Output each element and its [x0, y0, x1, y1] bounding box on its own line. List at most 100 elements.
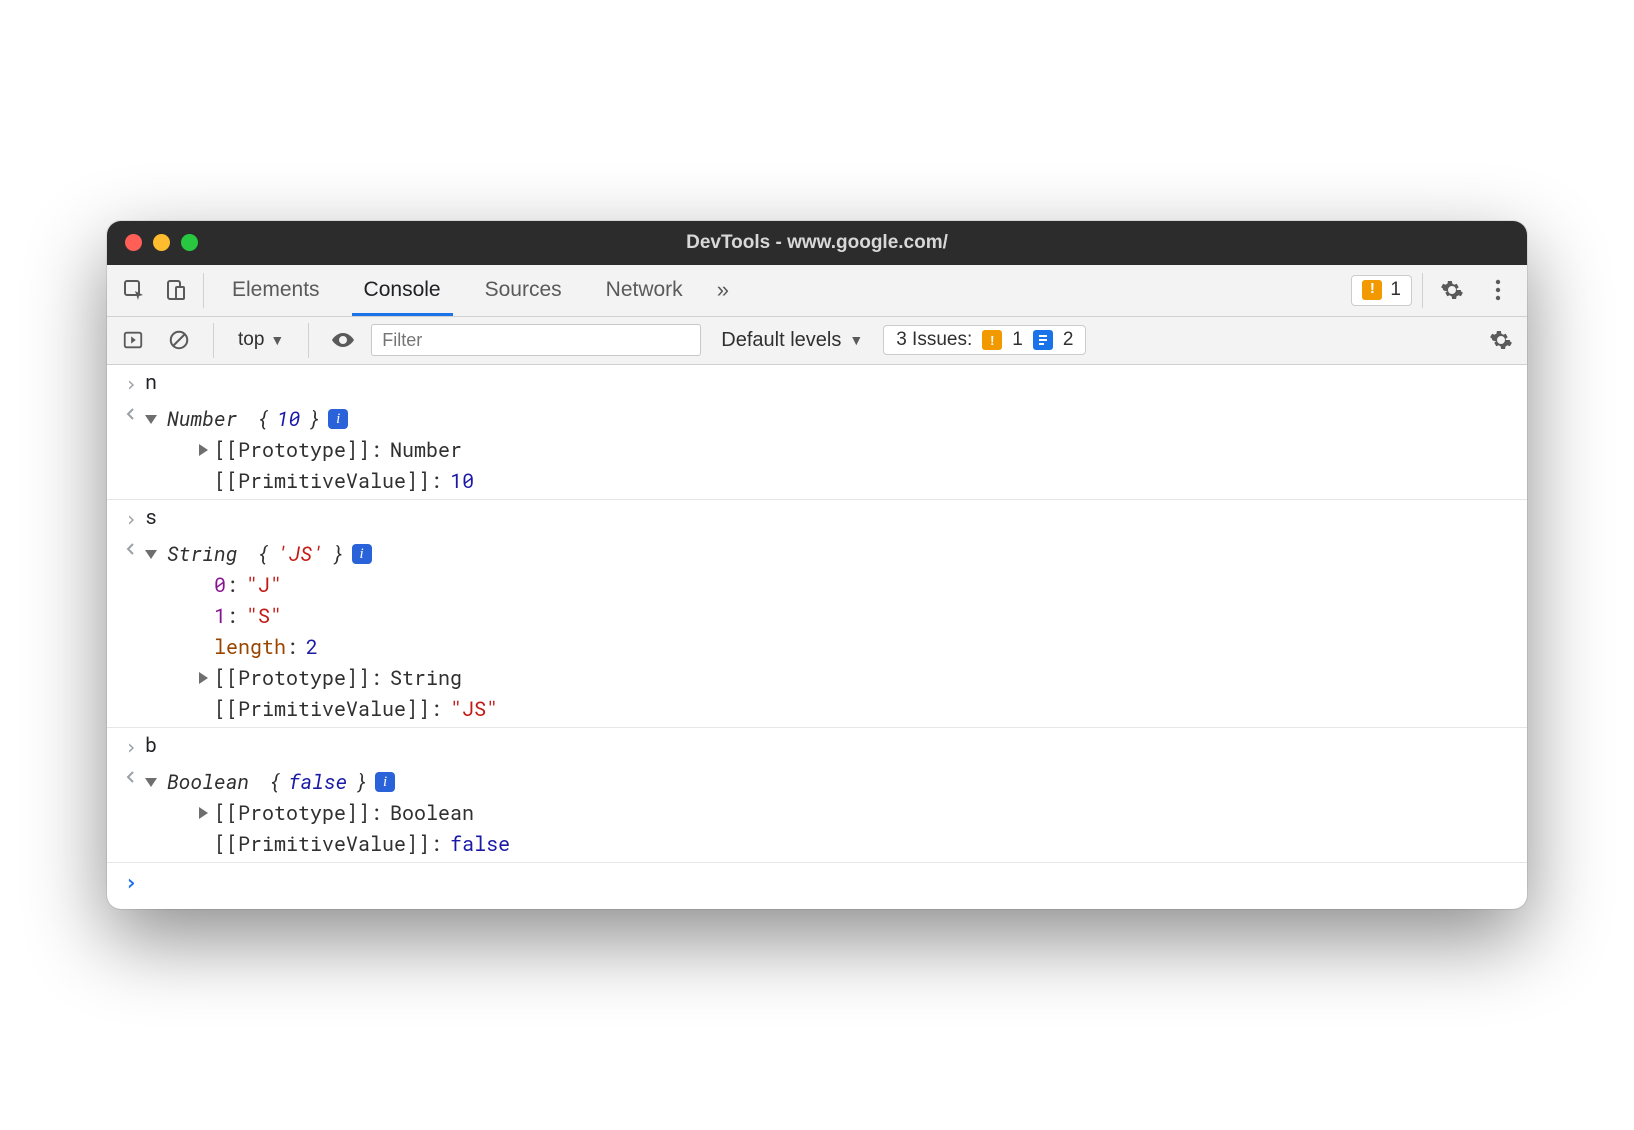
warning-icon: [1362, 280, 1382, 300]
brace: {: [257, 404, 269, 435]
output-marker-icon: [117, 404, 145, 497]
property-value: 10: [450, 466, 474, 497]
disclosure-triangle-icon[interactable]: [145, 550, 157, 559]
object-constructor: Boolean: [167, 767, 261, 798]
property-row: [[PrimitiveValue]] : "JS": [197, 694, 1517, 725]
warnings-badge[interactable]: 1: [1351, 275, 1412, 306]
property-value: "JS": [450, 694, 498, 725]
object-primitive-preview: false: [289, 767, 348, 798]
property-row: [[PrimitiveValue]] : false: [197, 829, 1517, 860]
object-properties: [[Prototype]] : Number [[PrimitiveValue]…: [145, 435, 1517, 497]
settings-icon[interactable]: [1429, 265, 1475, 316]
toolbar-divider: [203, 273, 204, 308]
inspect-element-icon[interactable]: [113, 265, 155, 316]
console-output-row: Boolean { false } i [[Prototype]] : Bool…: [107, 765, 1527, 862]
console-entry: s String { 'JS' } i 0 : "J" 1 : "S" leng…: [107, 500, 1527, 728]
close-window-button[interactable]: [125, 234, 142, 251]
info-icon[interactable]: i: [352, 544, 372, 564]
property-value: 2: [306, 632, 318, 663]
disclosure-triangle-icon[interactable]: [199, 672, 208, 684]
input-marker-icon: [117, 730, 145, 763]
output-marker-icon: [117, 539, 145, 725]
console-settings-icon[interactable]: [1483, 322, 1519, 358]
console-input-text: n: [145, 367, 1517, 400]
property-name: [[PrimitiveValue]]: [214, 829, 430, 860]
tab-label: Elements: [232, 278, 320, 302]
tab-sources[interactable]: Sources: [463, 265, 584, 316]
property-row[interactable]: [[Prototype]] : Boolean: [197, 798, 1517, 829]
property-name: [[PrimitiveValue]]: [214, 694, 430, 725]
console-input-row: n: [107, 365, 1527, 402]
info-icon[interactable]: i: [375, 772, 395, 792]
tab-network[interactable]: Network: [584, 265, 705, 316]
property-value: String: [390, 663, 462, 694]
property-row[interactable]: [[Prototype]] : String: [197, 663, 1517, 694]
property-row: length : 2: [197, 632, 1517, 663]
object-preview[interactable]: Boolean { false } i [[Prototype]] : Bool…: [145, 767, 1517, 860]
issues-summary[interactable]: 3 Issues: ! 1 2: [883, 325, 1086, 355]
object-preview[interactable]: Number { 10 } i [[Prototype]] : Number […: [145, 404, 1517, 497]
colon: :: [370, 663, 382, 694]
chevron-down-icon: ▼: [270, 332, 284, 348]
toolbar-divider: [308, 323, 309, 358]
prompt-marker-icon: [117, 865, 145, 901]
tab-elements[interactable]: Elements: [210, 265, 342, 316]
property-name: [[Prototype]]: [214, 663, 370, 694]
object-properties: 0 : "J" 1 : "S" length : 2 [[Prototype]]…: [145, 570, 1517, 725]
brace: }: [355, 767, 367, 798]
colon: :: [370, 798, 382, 829]
colon: :: [226, 570, 238, 601]
console-prompt[interactable]: [107, 863, 1527, 903]
more-options-icon[interactable]: [1475, 265, 1521, 316]
warnings-count: 1: [1390, 279, 1401, 301]
toggle-sidebar-icon[interactable]: [115, 322, 151, 358]
tab-label: Sources: [485, 278, 562, 302]
device-toolbar-icon[interactable]: [155, 265, 197, 316]
console-input-field[interactable]: [145, 865, 1517, 901]
input-marker-icon: [117, 367, 145, 400]
zoom-window-button[interactable]: [181, 234, 198, 251]
titlebar: DevTools - www.google.com/: [107, 221, 1527, 265]
object-constructor: Number: [167, 404, 249, 435]
console-toolbar: top ▼ Default levels ▼ 3 Issues: ! 1 2: [107, 317, 1527, 365]
more-tabs-icon[interactable]: »: [705, 265, 741, 316]
disclosure-triangle-icon[interactable]: [145, 415, 157, 424]
colon: :: [430, 829, 442, 860]
devtools-tabbar: Elements Console Sources Network » 1: [107, 265, 1527, 317]
tab-console[interactable]: Console: [342, 265, 463, 316]
console-entry: n Number { 10 } i [[Prototype]] : Number…: [107, 365, 1527, 500]
issues-label: 3 Issues:: [896, 329, 972, 351]
object-properties: [[Prototype]] : Boolean [[PrimitiveValue…: [145, 798, 1517, 860]
console-input-row: s: [107, 500, 1527, 537]
colon: :: [286, 632, 298, 663]
console-entry: b Boolean { false } i [[Prototype]] : Bo…: [107, 728, 1527, 863]
input-marker-icon: [117, 502, 145, 535]
context-label: top: [238, 329, 264, 351]
log-levels-selector[interactable]: Default levels ▼: [711, 329, 873, 352]
info-icon[interactable]: i: [328, 409, 348, 429]
tab-label: Network: [606, 278, 683, 302]
property-row[interactable]: [[Prototype]] : Number: [197, 435, 1517, 466]
property-value: Number: [390, 435, 462, 466]
chevron-down-icon: ▼: [849, 332, 863, 348]
minimize-window-button[interactable]: [153, 234, 170, 251]
toolbar-divider: [1422, 273, 1423, 308]
disclosure-triangle-icon[interactable]: [199, 444, 208, 456]
console-output-row: Number { 10 } i [[Prototype]] : Number […: [107, 402, 1527, 499]
property-row: 0 : "J": [197, 570, 1517, 601]
levels-label: Default levels: [721, 329, 841, 352]
execution-context-selector[interactable]: top ▼: [230, 329, 292, 351]
property-name: [[PrimitiveValue]]: [214, 466, 430, 497]
live-expression-icon[interactable]: [325, 329, 361, 351]
disclosure-triangle-icon[interactable]: [145, 778, 157, 787]
console-output: n Number { 10 } i [[Prototype]] : Number…: [107, 365, 1527, 909]
filter-input[interactable]: [371, 324, 701, 356]
disclosure-triangle-icon[interactable]: [199, 807, 208, 819]
warning-icon: !: [982, 330, 1002, 350]
object-primitive-preview: 'JS': [277, 539, 324, 570]
clear-console-icon[interactable]: [161, 322, 197, 358]
brace: }: [308, 404, 320, 435]
brace: {: [257, 539, 269, 570]
object-preview[interactable]: String { 'JS' } i 0 : "J" 1 : "S" length…: [145, 539, 1517, 725]
brace: }: [332, 539, 344, 570]
